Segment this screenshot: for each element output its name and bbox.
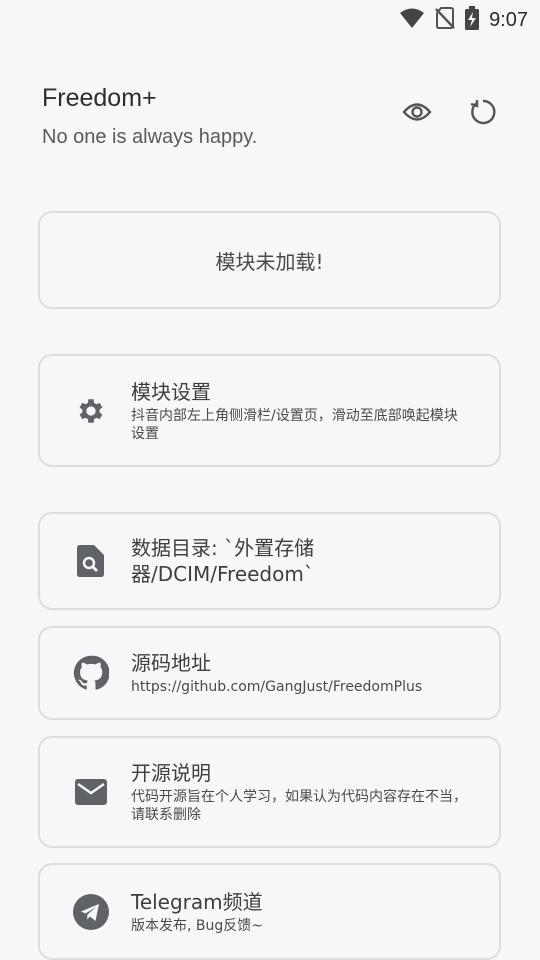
module-status-text: 模块未加载! bbox=[215, 249, 324, 274]
gear-icon bbox=[73, 393, 109, 429]
app-title: Freedom+ bbox=[42, 84, 157, 112]
telegram-desc: 版本发布, Bug反馈~ bbox=[131, 917, 263, 934]
status-bar: 9:07 bbox=[0, 0, 540, 36]
status-icons: 9:07 bbox=[399, 6, 528, 34]
telegram-icon bbox=[73, 893, 109, 930]
module-status-card: 模块未加载! bbox=[38, 211, 501, 309]
battery-charging-icon bbox=[465, 6, 480, 34]
open-source-title: 开源说明 bbox=[131, 761, 211, 785]
open-source-text: 开源说明 代码开源旨在个人学习，如果认为代码内容存在不当，请联系删除 bbox=[131, 760, 469, 824]
data-directory-title: 数据目录: `外置存储器/DCIM/Freedom` bbox=[131, 536, 315, 586]
github-icon bbox=[73, 655, 109, 691]
app-subtitle: No one is always happy. bbox=[42, 126, 258, 148]
open-source-card[interactable]: 开源说明 代码开源旨在个人学习，如果认为代码内容存在不当，请联系删除 bbox=[38, 736, 501, 848]
module-settings-desc: 抖音内部左上角侧滑栏/设置页，滑动至底部唤起模块设置 bbox=[131, 407, 458, 442]
source-code-title: 源码地址 bbox=[131, 651, 211, 675]
wifi-icon bbox=[399, 7, 425, 33]
open-source-desc: 代码开源旨在个人学习，如果认为代码内容存在不当，请联系删除 bbox=[131, 789, 467, 823]
telegram-title: Telegram频道 bbox=[131, 889, 263, 914]
module-settings-title: 模块设置 bbox=[131, 379, 211, 404]
mail-icon bbox=[73, 774, 109, 810]
data-directory-card[interactable]: 数据目录: `外置存储器/DCIM/Freedom` bbox=[38, 512, 501, 610]
visibility-button[interactable] bbox=[397, 94, 437, 134]
app-screen: 9:07 Freedom+ No one is always happy. 模块… bbox=[0, 0, 540, 960]
data-directory-text: 数据目录: `外置存储器/DCIM/Freedom` bbox=[131, 535, 469, 587]
source-code-url: https://github.com/GangJust/FreedomPlus bbox=[131, 679, 423, 695]
refresh-icon bbox=[469, 98, 497, 130]
telegram-text: Telegram频道 版本发布, Bug反馈~ bbox=[131, 889, 469, 935]
source-code-text: 源码地址 https://github.com/GangJust/Freedom… bbox=[131, 650, 469, 696]
telegram-card[interactable]: Telegram频道 版本发布, Bug反馈~ bbox=[38, 863, 501, 960]
module-settings-text: 模块设置 抖音内部左上角侧滑栏/设置页，滑动至底部唤起模块设置 bbox=[131, 379, 469, 443]
file-search-icon bbox=[73, 543, 109, 579]
eye-icon bbox=[402, 101, 432, 127]
refresh-button[interactable] bbox=[463, 94, 503, 134]
module-settings-card[interactable]: 模块设置 抖音内部左上角侧滑栏/设置页，滑动至底部唤起模块设置 bbox=[38, 354, 501, 467]
source-code-card[interactable]: 源码地址 https://github.com/GangJust/Freedom… bbox=[38, 626, 501, 720]
no-sim-icon bbox=[435, 6, 455, 34]
status-time: 9:07 bbox=[489, 8, 528, 31]
